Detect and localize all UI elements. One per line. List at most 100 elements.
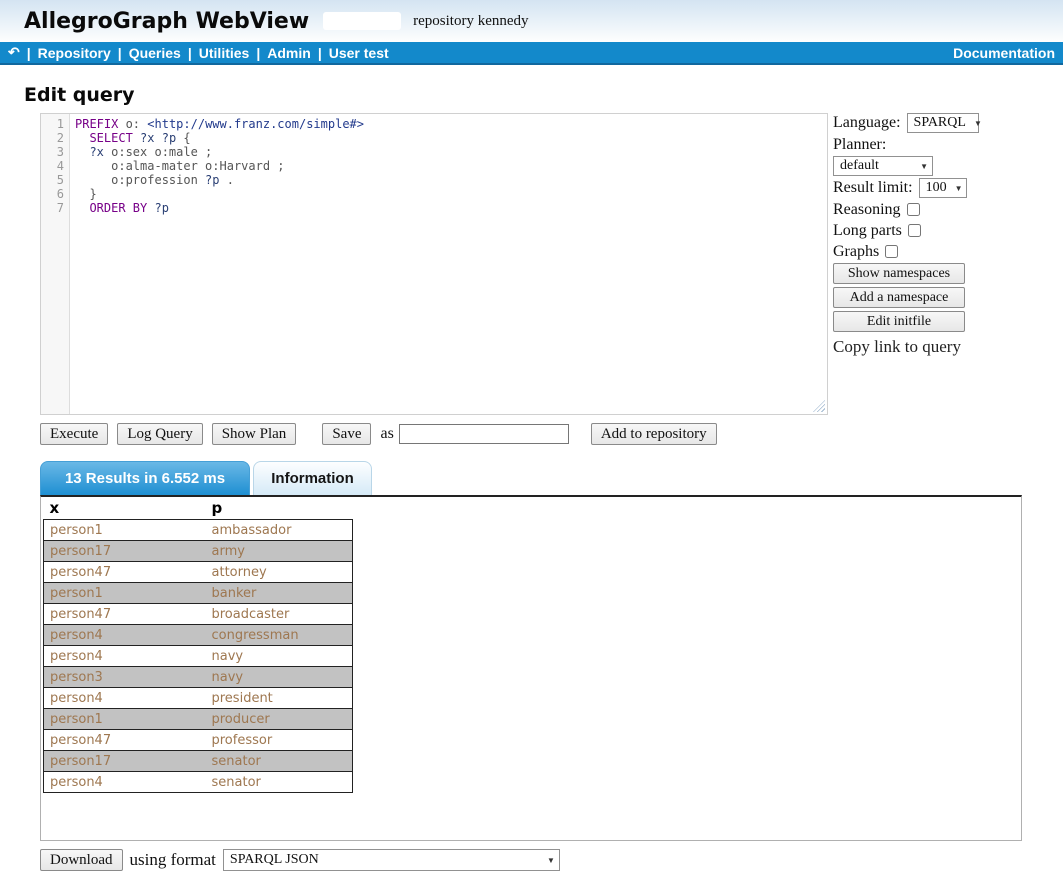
planner-select[interactable]: default ▼: [833, 156, 933, 176]
save-button[interactable]: Save: [322, 423, 371, 445]
nav-item-admin[interactable]: Admin: [267, 45, 311, 61]
log-query-button[interactable]: Log Query: [117, 423, 202, 445]
editor-code[interactable]: PREFIX o: <http://www.franz.com/simple#>…: [70, 114, 364, 414]
table-row[interactable]: person4president: [44, 688, 353, 709]
query-editor[interactable]: 1234567 PREFIX o: <http://www.franz.com/…: [40, 113, 828, 415]
table-row[interactable]: person4senator: [44, 772, 353, 793]
table-row[interactable]: person4navy: [44, 646, 353, 667]
code-line[interactable]: ?x o:sex o:male ;: [75, 145, 364, 159]
results-table: xp person1ambassadorperson17armyperson47…: [43, 497, 353, 793]
reasoning-label: Reasoning: [833, 201, 901, 219]
table-cell: person1: [44, 709, 206, 730]
code-line[interactable]: PREFIX o: <http://www.franz.com/simple#>: [75, 117, 364, 131]
nav-separator: |: [118, 45, 122, 61]
header-blank-box: [323, 12, 401, 30]
using-format-label: using format: [130, 850, 216, 870]
line-number: 1: [41, 117, 64, 131]
table-row[interactable]: person1banker: [44, 583, 353, 604]
nav-separator: |: [256, 45, 260, 61]
query-options-panel: Language: SPARQL ▼ Planner: default ▼ Re…: [833, 113, 1061, 357]
table-cell: producer: [206, 709, 353, 730]
editor-line-numbers: 1234567: [41, 114, 70, 414]
table-cell: person4: [44, 688, 206, 709]
reasoning-checkbox[interactable]: [907, 203, 920, 216]
table-row[interactable]: person47broadcaster: [44, 604, 353, 625]
results-panel: xp person1ambassadorperson17armyperson47…: [40, 495, 1022, 841]
nav-item-queries[interactable]: Queries: [129, 45, 181, 61]
save-as-label: as: [380, 425, 393, 443]
nav-separator: |: [27, 45, 31, 61]
column-header-p: p: [206, 497, 353, 520]
result-limit-select[interactable]: 100 ▼: [919, 178, 967, 198]
add-to-repository-button[interactable]: Add to repository: [591, 423, 717, 445]
save-name-input[interactable]: [399, 424, 569, 444]
table-cell: person4: [44, 772, 206, 793]
table-cell: broadcaster: [206, 604, 353, 625]
table-row[interactable]: person4congressman: [44, 625, 353, 646]
result-limit-label: Result limit:: [833, 179, 913, 197]
table-cell: banker: [206, 583, 353, 604]
table-cell: person47: [44, 562, 206, 583]
results-tab[interactable]: 13 Results in 6.552 ms: [40, 461, 250, 495]
result-limit-select-value: 100: [926, 180, 947, 196]
table-row[interactable]: person47attorney: [44, 562, 353, 583]
information-tab[interactable]: Information: [253, 461, 372, 495]
nav-item-user-test[interactable]: User test: [329, 45, 389, 61]
nav-separator: |: [188, 45, 192, 61]
documentation-link[interactable]: Documentation: [953, 45, 1063, 61]
table-row[interactable]: person17army: [44, 541, 353, 562]
repository-label: repository kennedy: [413, 13, 528, 30]
nav-menu: ↶ | Repository | Queries | Utilities | Admin | Us…: [0, 44, 389, 61]
graphs-label: Graphs: [833, 243, 879, 261]
line-number: 3: [41, 145, 64, 159]
page-title: Edit query: [24, 84, 1063, 106]
caret-down-icon: ▼: [920, 162, 928, 171]
table-row[interactable]: person47professor: [44, 730, 353, 751]
main-content: Edit query 1234567 PREFIX o: <http://www…: [0, 84, 1063, 871]
nav-item-repository[interactable]: Repository: [38, 45, 111, 61]
code-line[interactable]: o:alma-mater o:Harvard ;: [75, 159, 364, 173]
app-header: AllegroGraph WebView repository kennedy: [0, 0, 1063, 42]
execute-button[interactable]: Execute: [40, 423, 108, 445]
long-parts-checkbox[interactable]: [908, 224, 921, 237]
graphs-checkbox[interactable]: [885, 245, 898, 258]
edit-initfile-button[interactable]: Edit initfile: [833, 311, 965, 332]
copy-link-to-query-link[interactable]: Copy link to query: [833, 337, 961, 357]
show-namespaces-button[interactable]: Show namespaces: [833, 263, 965, 284]
table-row[interactable]: person1producer: [44, 709, 353, 730]
table-cell: person17: [44, 541, 206, 562]
table-cell: navy: [206, 667, 353, 688]
table-cell: person1: [44, 583, 206, 604]
table-cell: navy: [206, 646, 353, 667]
language-select[interactable]: SPARQL ▼: [907, 113, 979, 133]
nav-item-utilities[interactable]: Utilities: [199, 45, 250, 61]
planner-label: Planner:: [833, 136, 886, 154]
table-cell: attorney: [206, 562, 353, 583]
code-line[interactable]: }: [75, 187, 364, 201]
table-cell: senator: [206, 772, 353, 793]
long-parts-label: Long parts: [833, 222, 902, 240]
language-select-value: SPARQL: [914, 115, 966, 131]
add-namespace-button[interactable]: Add a namespace: [833, 287, 965, 308]
table-cell: person3: [44, 667, 206, 688]
nav-bar: ↶ | Repository | Queries | Utilities | Admin | Us…: [0, 42, 1063, 65]
back-icon[interactable]: ↶: [8, 44, 20, 61]
line-number: 4: [41, 159, 64, 173]
nav-separator: |: [318, 45, 322, 61]
show-plan-button[interactable]: Show Plan: [212, 423, 297, 445]
table-row[interactable]: person1ambassador: [44, 520, 353, 541]
app-title: AllegroGraph WebView: [24, 9, 309, 34]
table-cell: ambassador: [206, 520, 353, 541]
editor-resize-grip[interactable]: [813, 400, 825, 412]
table-cell: president: [206, 688, 353, 709]
results-tab-bar: 13 Results in 6.552 msInformation: [40, 461, 1063, 495]
table-cell: person4: [44, 625, 206, 646]
code-line[interactable]: ORDER BY ?p: [75, 201, 364, 215]
caret-down-icon: ▼: [974, 119, 982, 128]
table-row[interactable]: person17senator: [44, 751, 353, 772]
table-row[interactable]: person3navy: [44, 667, 353, 688]
code-line[interactable]: SELECT ?x ?p {: [75, 131, 364, 145]
table-cell: senator: [206, 751, 353, 772]
table-cell: person17: [44, 751, 206, 772]
code-line[interactable]: o:profession ?p .: [75, 173, 364, 187]
